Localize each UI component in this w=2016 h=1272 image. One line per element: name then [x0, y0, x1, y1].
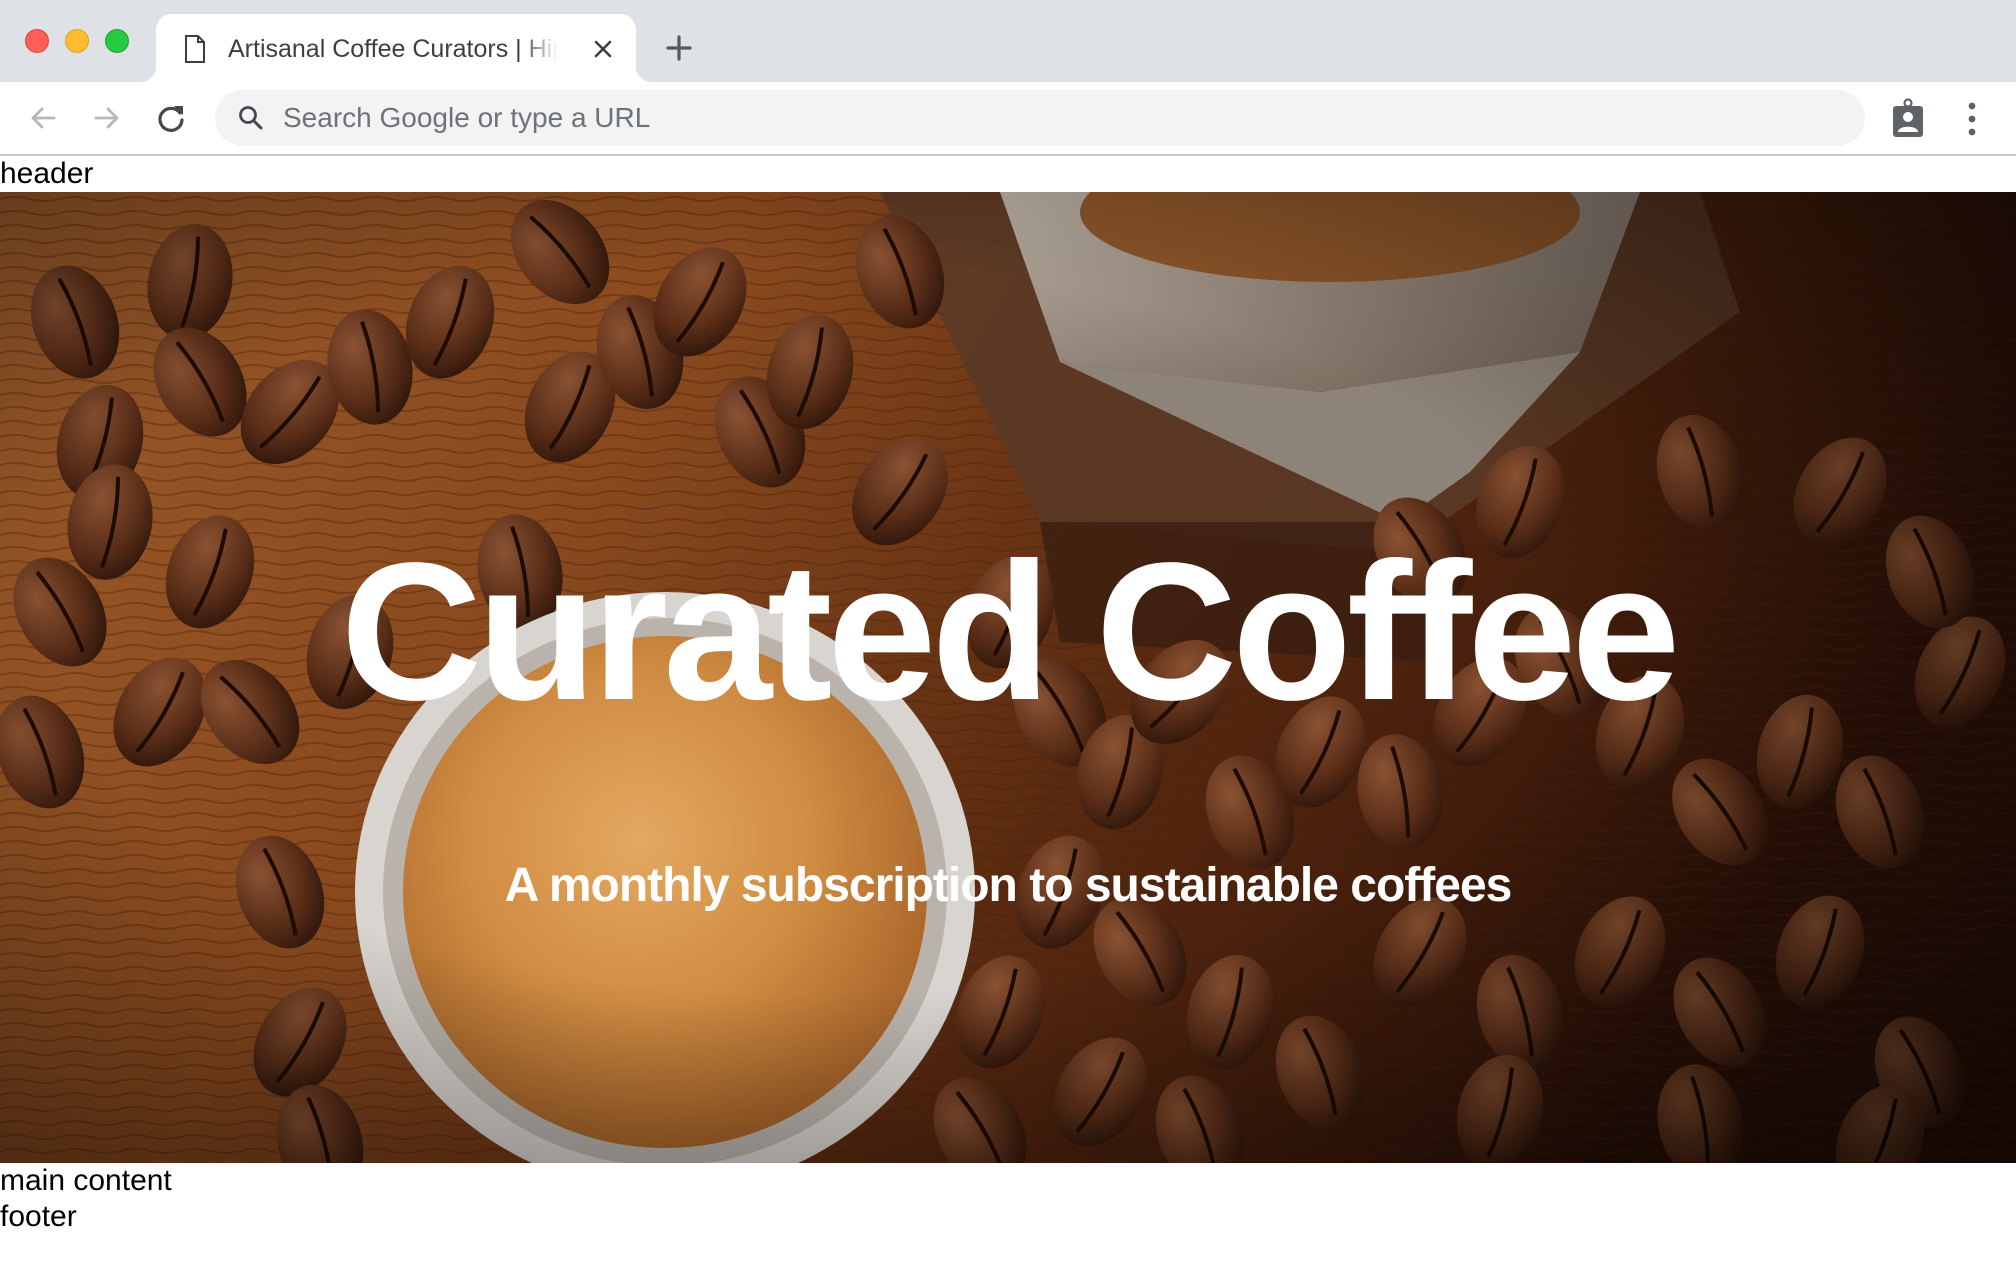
- document-icon: [185, 35, 205, 63]
- window-close-button[interactable]: [25, 29, 49, 53]
- reload-icon[interactable]: [154, 101, 188, 135]
- tab-strip: Artisanal Coffee Curators | Hipster Coff…: [0, 0, 2016, 82]
- close-icon[interactable]: [588, 34, 618, 64]
- tab-active[interactable]: Artisanal Coffee Curators | Hipster Coff…: [140, 14, 652, 82]
- toolbar: [0, 82, 2016, 156]
- omnibox[interactable]: [215, 90, 1865, 146]
- window-minimize-button[interactable]: [65, 29, 89, 53]
- arrow-left-icon[interactable]: [26, 101, 60, 135]
- hero-title: Curated Coffee: [340, 522, 1681, 741]
- tab-title: Artisanal Coffee Curators | Hipster Coff…: [228, 35, 558, 63]
- plus-icon[interactable]: [664, 33, 694, 63]
- arrow-right-icon[interactable]: [90, 101, 124, 135]
- more-vertical-icon[interactable]: [1960, 100, 1984, 138]
- hero-banner: Curated Coffee A monthly subscription to…: [0, 192, 2016, 1163]
- main-content-placeholder: main content: [0, 1164, 172, 1197]
- address-input[interactable]: [283, 98, 1843, 138]
- hero-subtitle: A monthly subscription to sustainable co…: [504, 859, 1513, 912]
- search-icon: [239, 106, 263, 130]
- badge-icon[interactable]: [1890, 98, 1926, 138]
- window-maximize-button[interactable]: [105, 29, 129, 53]
- footer-placeholder: footer: [0, 1200, 77, 1233]
- header-placeholder: header: [0, 157, 94, 190]
